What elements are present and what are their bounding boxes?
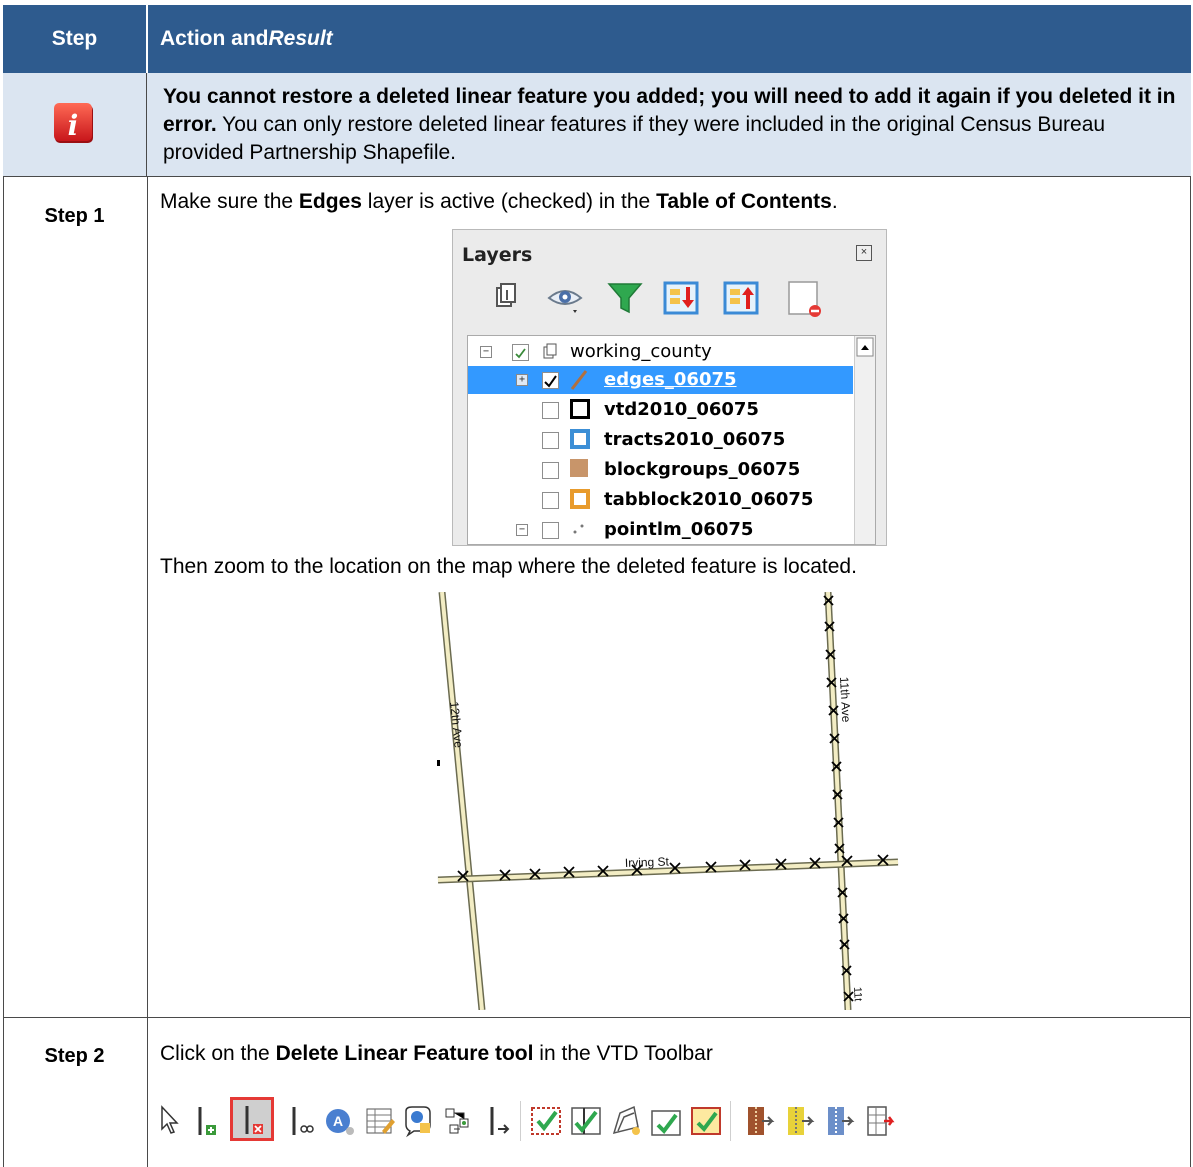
export-report-icon[interactable] <box>862 1103 898 1139</box>
svg-text:A: A <box>333 1113 343 1129</box>
label-tool-icon[interactable]: A <box>322 1103 358 1139</box>
label-11th-partial: 11t <box>851 987 864 1002</box>
layer-swatch <box>570 399 590 419</box>
layers-title: Layers <box>462 244 533 266</box>
layer-row-edges[interactable]: + edges_06075 <box>468 366 853 394</box>
layer-row-tracts[interactable]: tracts2010_06075 <box>468 426 853 454</box>
add-group-icon[interactable] <box>485 278 525 318</box>
layer-row-working-county[interactable]: − working_county <box>468 338 853 366</box>
expand-icon[interactable]: + <box>516 374 528 386</box>
split-linear-feature-icon[interactable] <box>284 1103 320 1139</box>
layers-panel: Layers × − working_county + edges_06075 … <box>452 229 887 546</box>
line-layer-icon <box>570 370 588 390</box>
label-irving-st: Irving St <box>625 854 670 870</box>
export-zip-yellow-icon[interactable] <box>782 1103 818 1139</box>
close-icon[interactable]: × <box>856 245 872 261</box>
layer-checkbox[interactable] <box>542 522 559 539</box>
delete-linear-feature-icon[interactable] <box>235 1102 271 1138</box>
merge-lines-icon[interactable] <box>480 1103 516 1139</box>
layer-checkbox[interactable] <box>542 432 559 449</box>
layer-swatch <box>570 429 590 449</box>
layer-row-pointlm[interactable]: − pointlm_06075 <box>468 516 853 544</box>
attribute-table-icon[interactable] <box>362 1103 398 1139</box>
label-11th-ave: 11th Ave <box>837 676 853 723</box>
collapse-icon[interactable]: − <box>516 524 528 536</box>
check-area-icon[interactable] <box>648 1103 684 1139</box>
step1-label: Step 1 <box>44 205 105 227</box>
map-view: 12th Ave 11th Ave Irving St 11t <box>437 592 899 1010</box>
layer-swatch <box>570 459 588 477</box>
polygon-tool-icon[interactable] <box>608 1103 644 1139</box>
vtd-toolbar: A <box>150 1097 1180 1145</box>
layer-checkbox[interactable] <box>542 402 559 419</box>
visibility-eye-icon[interactable] <box>545 278 585 318</box>
note-row: i You cannot restore a deleted linear fe… <box>3 73 1191 177</box>
export-zip-blue-icon[interactable] <box>822 1103 858 1139</box>
svg-text:i: i <box>68 109 79 142</box>
note-text: You cannot restore a deleted linear feat… <box>163 85 1176 164</box>
layer-checkbox[interactable] <box>542 492 559 509</box>
step2-label: Step 2 <box>44 1045 105 1067</box>
label-12th-ave: 12th Ave <box>447 701 466 749</box>
filter-icon[interactable] <box>605 278 645 318</box>
header-action: Action and Result <box>160 27 333 50</box>
step2-instruction: Click on the Delete Linear Feature tool … <box>160 1042 713 1065</box>
table-header: Step Action and Result <box>3 5 1191 73</box>
collapse-all-icon[interactable] <box>721 278 761 318</box>
layer-row-tabblock[interactable]: tabblock2010_06075 <box>468 486 853 514</box>
layer-swatch <box>570 489 590 509</box>
scroll-up-icon[interactable] <box>855 336 875 358</box>
layer-row-vtd[interactable]: vtd2010_06075 <box>468 396 853 424</box>
layer-checkbox[interactable] <box>512 344 529 361</box>
toolbar-separator <box>520 1101 521 1141</box>
review-icon[interactable] <box>688 1103 724 1139</box>
layer-checkbox[interactable] <box>542 462 559 479</box>
toolbar-separator <box>730 1101 731 1141</box>
export-zip-brown-icon[interactable] <box>742 1103 778 1139</box>
remove-layer-icon[interactable] <box>783 278 823 318</box>
layer-row-blockgroups[interactable]: blockgroups_06075 <box>468 456 853 484</box>
expand-all-icon[interactable] <box>661 278 701 318</box>
info-icon: i <box>54 103 93 143</box>
point-layer-icon <box>573 524 584 534</box>
delete-linear-feature-button[interactable] <box>230 1097 274 1141</box>
header-step: Step <box>3 5 148 73</box>
identify-feature-icon[interactable] <box>400 1103 436 1139</box>
tree-scrollbar[interactable] <box>854 336 875 544</box>
layer-checkbox[interactable] <box>542 372 559 389</box>
add-linear-feature-icon[interactable] <box>190 1103 226 1139</box>
topology-icon[interactable] <box>440 1103 476 1139</box>
select-arrow-icon[interactable] <box>156 1103 192 1139</box>
layers-tree: − working_county + edges_06075 vtd2010_0… <box>467 335 876 545</box>
select-boundary-icon[interactable] <box>528 1103 564 1139</box>
step1-zoom-text: Then zoom to the location on the map whe… <box>160 555 857 578</box>
layer-group-icon <box>543 343 557 359</box>
collapse-icon[interactable]: − <box>480 346 492 358</box>
validate-line-icon[interactable] <box>568 1103 604 1139</box>
step1-instruction: Make sure the Edges layer is active (che… <box>160 190 838 213</box>
